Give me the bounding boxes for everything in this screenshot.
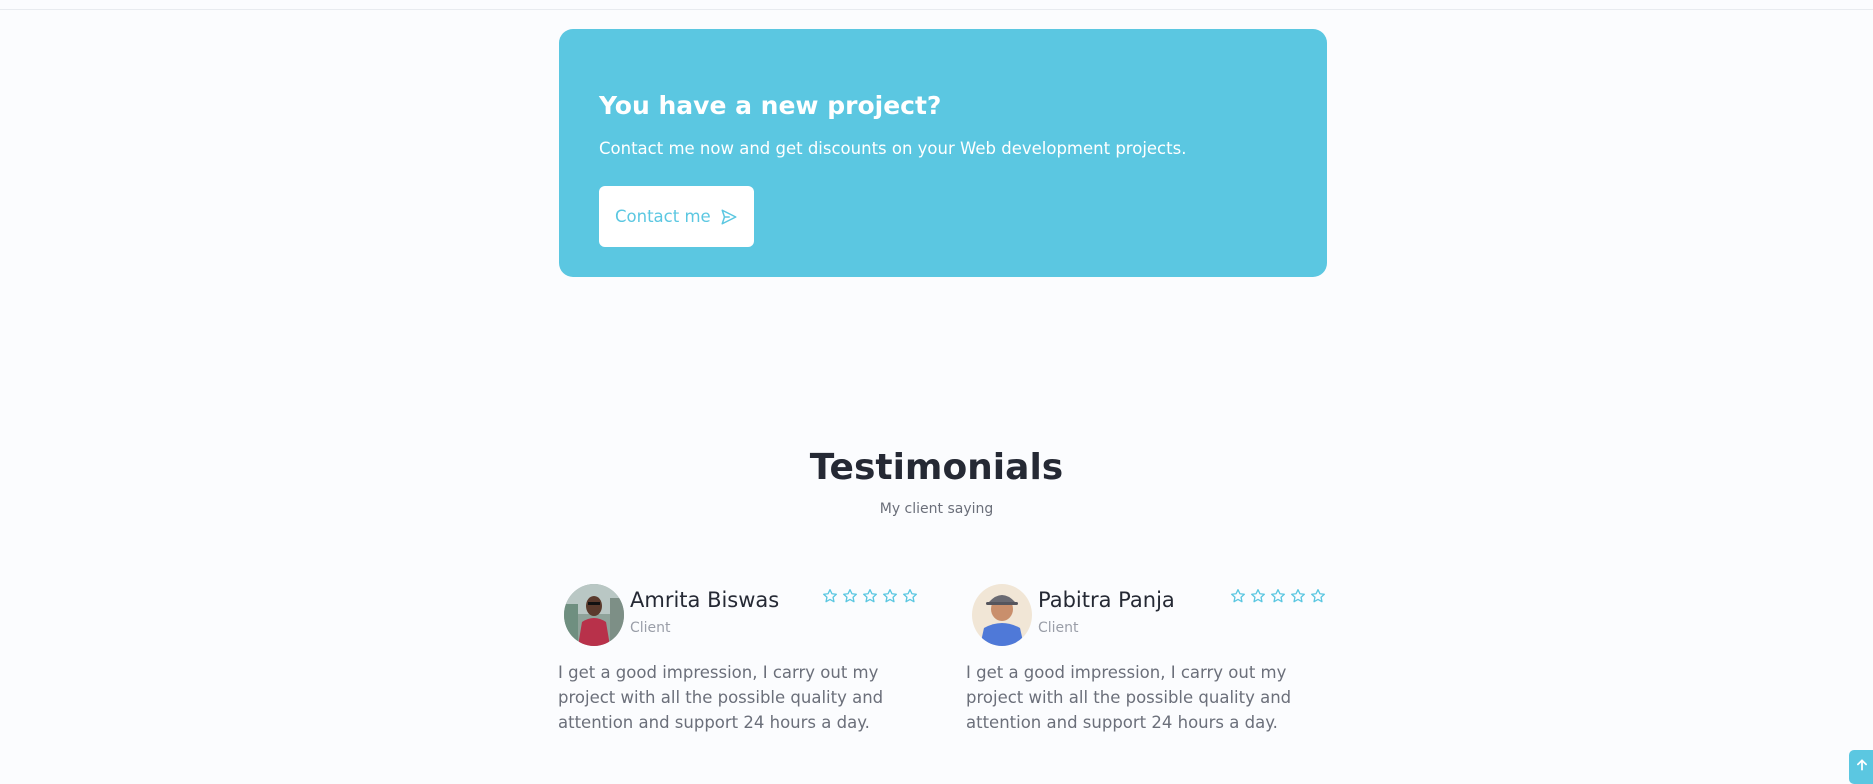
client-name: Amrita Biswas (630, 588, 780, 612)
client-role: Client (630, 620, 671, 636)
testimonial-card: Pabitra Panja Client I get a good impres… (966, 584, 1332, 744)
testimonials-subtitle: My client saying (879, 501, 994, 517)
avatar (972, 584, 1032, 646)
star-icon (823, 589, 837, 603)
star-rating (822, 588, 918, 604)
contact-me-label: Contact me (615, 207, 711, 226)
client-role: Client (1038, 620, 1079, 636)
project-banner: You have a new project? Contact me now a… (559, 29, 1327, 277)
star-icon (863, 589, 877, 603)
star-icon (1251, 589, 1265, 603)
project-banner-title: You have a new project? (599, 91, 942, 120)
star-icon (843, 589, 857, 603)
header-divider (0, 0, 1873, 10)
arrow-up-icon (1857, 759, 1867, 771)
star-icon (883, 589, 897, 603)
testimonial-text: I get a good impression, I carry out my … (966, 663, 1292, 732)
testimonial-card: Amrita Biswas Client I get a good impres… (558, 584, 924, 744)
testimonial-text: I get a good impression, I carry out my … (558, 663, 884, 732)
star-icon (1231, 589, 1245, 603)
testimonials-title: Testimonials (809, 447, 1064, 488)
star-rating (1230, 588, 1326, 604)
star-icon (903, 589, 917, 603)
star-icon (1311, 589, 1325, 603)
contact-me-button[interactable]: Contact me (599, 186, 754, 247)
send-icon (721, 209, 737, 224)
star-icon (1271, 589, 1285, 603)
avatar (564, 584, 624, 646)
star-icon (1291, 589, 1305, 603)
scroll-up-button[interactable] (1849, 750, 1873, 784)
client-name: Pabitra Panja (1038, 588, 1175, 612)
project-banner-description: Contact me now and get discounts on your… (599, 139, 1187, 158)
